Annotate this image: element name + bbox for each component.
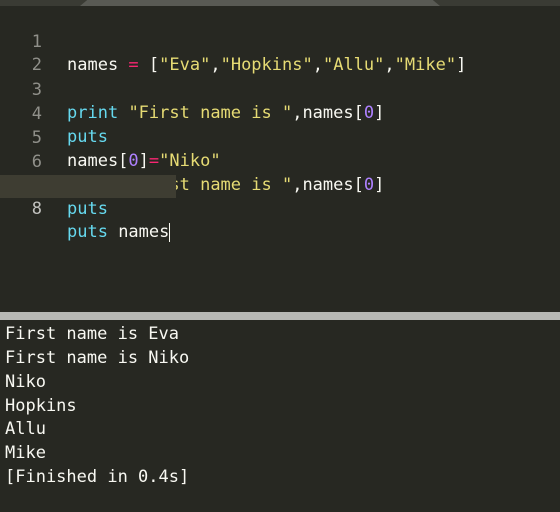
panel-splitter[interactable] [0,312,560,320]
output-line: Allu [5,419,46,439]
code-token: 0 [363,175,375,195]
text-cursor [169,222,171,242]
code-line: 3 print "First name is ",names[0] [0,56,560,123]
code-line: 5 names[0]="Niko" [0,104,560,171]
code-line: 7 puts [0,152,560,219]
code-text: puts [67,198,108,221]
output-line: Niko [5,372,46,392]
code-line: 2 [0,31,560,75]
code-line: 4 puts [0,80,560,147]
build-output-panel: First name is Eva First name is Niko Nik… [0,320,560,512]
line-number: 8 [31,199,42,219]
code-token: ] [374,175,385,195]
code-line: 1 names = ["Eva","Hopkins","Allu","Mike"… [0,8,560,75]
code-token: puts [67,222,108,242]
build-status: [Finished in 0.4s] [5,467,190,487]
output-line: Mike [5,443,46,463]
code-token: names [107,222,170,242]
output-line: Hopkins [5,396,77,416]
code-line: 6 print "First name is ",names[0] [0,128,560,195]
code-editor[interactable]: 1 names = ["Eva","Hopkins","Allu","Mike"… [0,6,560,312]
current-code-line: 8 puts names [0,175,176,242]
code-text: puts names [67,221,171,244]
output-line: First name is Eva [5,324,179,344]
code-token: puts [67,199,108,219]
output-line: First name is Niko [5,348,190,368]
code-token: ,names[ [292,175,364,195]
